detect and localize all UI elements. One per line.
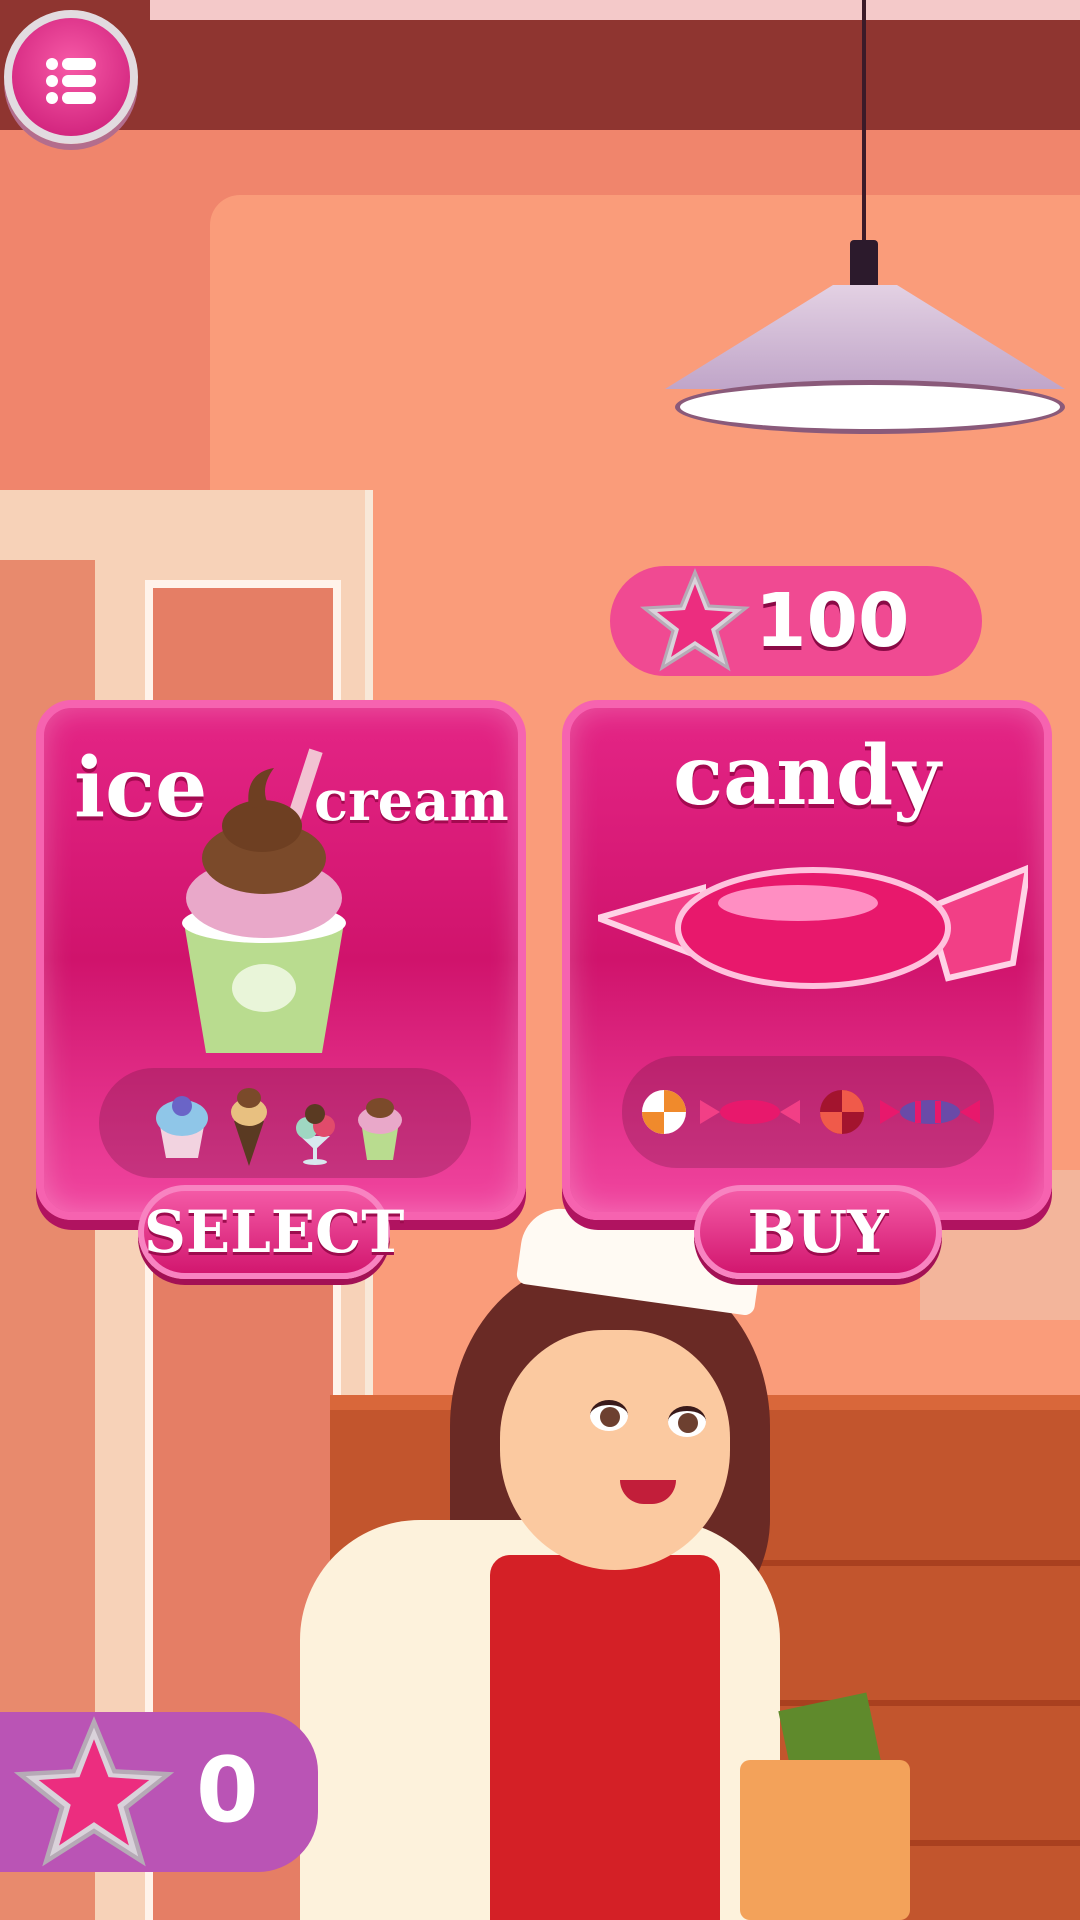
candy-icon <box>598 864 1028 989</box>
eye-icon <box>668 1406 706 1437</box>
ceiling-trim <box>150 0 1080 20</box>
lamp-cap <box>850 240 878 290</box>
cone-icon <box>231 1088 267 1166</box>
select-button[interactable]: SELECT <box>138 1185 404 1279</box>
lamp-cord <box>862 0 866 245</box>
lamp-light <box>675 380 1065 434</box>
striped-candy-icon <box>880 1100 980 1124</box>
sundae-icon <box>296 1104 335 1165</box>
menu-dots-icon <box>46 58 96 104</box>
star-icon <box>14 1716 174 1867</box>
swirl-candy-icon <box>642 1090 686 1134</box>
cupcake-icon <box>156 1096 208 1158</box>
ice-cream-cup-icon <box>182 748 346 1053</box>
candy-card[interactable]: candy <box>562 700 1052 1220</box>
ice-cream-variants <box>156 1088 402 1166</box>
menu-button[interactable] <box>4 10 138 144</box>
star-icon <box>640 568 750 672</box>
ice-cream-card[interactable]: ice cream <box>36 700 526 1220</box>
paper-bag <box>740 1760 910 1920</box>
buy-button[interactable]: BUY <box>694 1185 942 1279</box>
wrapped-candy-icon <box>700 1100 800 1124</box>
eye-icon <box>590 1400 628 1431</box>
card-title-candy: candy <box>673 728 941 824</box>
cupcake-icon <box>358 1098 402 1160</box>
shopkeeper-face <box>500 1330 730 1570</box>
shopkeeper-apron <box>490 1555 720 1920</box>
score-value: 0 <box>196 1738 259 1843</box>
swirl-candy-icon <box>820 1090 864 1134</box>
price-value: 100 <box>755 578 910 664</box>
candy-variants <box>642 1090 980 1134</box>
